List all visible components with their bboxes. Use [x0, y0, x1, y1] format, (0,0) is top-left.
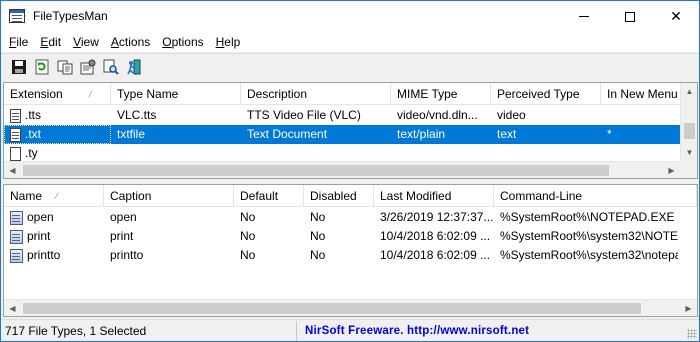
properties-icon — [80, 59, 96, 75]
menu-file[interactable]: File — [3, 32, 34, 52]
menu-view[interactable]: View — [67, 32, 105, 52]
action-icon — [10, 210, 23, 225]
column-header-name[interactable]: Name ⁄ — [4, 185, 104, 207]
menu-edit[interactable]: Edit — [34, 32, 67, 52]
table-row[interactable]: print print No No 10/4/2018 6:02:09 ... … — [4, 227, 678, 246]
column-header-last-modified[interactable]: Last Modified — [374, 185, 494, 207]
maximize-icon — [625, 11, 635, 22]
status-bar: 717 File Types, 1 Selected NirSoft Freew… — [1, 319, 699, 341]
refresh-icon — [35, 59, 49, 75]
menu-bar: File Edit View Actions Options Help — [1, 32, 699, 52]
text-file-icon — [10, 127, 21, 142]
column-header-mime-type[interactable]: MIME Type — [391, 83, 491, 105]
sort-arrow-icon: ⁄ — [56, 191, 58, 201]
actions-header: Name ⁄ Caption Default Disabled Last Modi… — [4, 185, 697, 207]
scroll-right-icon[interactable]: ▶ — [663, 162, 680, 178]
actions-rows: open open No No 3/26/2019 12:37:37... %S… — [4, 208, 678, 265]
maximize-button[interactable] — [607, 1, 653, 32]
file-types-header: Extension ⁄ Type Name Description MIME Ty… — [4, 83, 691, 105]
scroll-left-icon[interactable]: ◀ — [4, 162, 21, 178]
close-icon: ✕ — [670, 8, 682, 24]
scroll-up-icon[interactable]: ▲ — [681, 83, 697, 100]
find-button[interactable] — [101, 57, 121, 77]
find-icon — [103, 59, 119, 75]
action-icon — [10, 229, 23, 244]
scroll-thumb[interactable] — [684, 123, 695, 139]
horizontal-scrollbar[interactable]: ◀ ▶ — [4, 161, 680, 178]
refresh-button[interactable] — [32, 57, 52, 77]
file-icon — [10, 146, 21, 161]
file-types-list[interactable]: Extension ⁄ Type Name Description MIME Ty… — [3, 82, 698, 179]
properties-button[interactable] — [78, 57, 98, 77]
sort-arrow-icon: ⁄ — [90, 89, 92, 99]
scroll-corner — [680, 161, 697, 178]
column-header-perceived-type[interactable]: Perceived Type — [491, 83, 601, 105]
copy-button[interactable] — [55, 57, 75, 77]
vertical-scrollbar[interactable]: ▲ ▼ — [680, 83, 697, 161]
file-types-rows: .tts VLC.tts TTS Video File (VLC) video/… — [4, 106, 681, 163]
exit-icon — [127, 59, 141, 75]
file-icon — [10, 108, 21, 123]
exit-button[interactable] — [124, 57, 144, 77]
horizontal-scrollbar[interactable]: ◀ ▶ — [4, 299, 697, 316]
app-window: FileTypesMan ✕ File Edit View Actions Op… — [0, 0, 700, 342]
column-header-extension[interactable]: Extension ⁄ — [4, 83, 111, 105]
action-icon — [10, 248, 23, 263]
toolbar — [1, 53, 699, 80]
menu-help[interactable]: Help — [210, 32, 247, 52]
column-header-disabled[interactable]: Disabled — [304, 185, 374, 207]
minimize-icon — [579, 16, 589, 17]
column-header-command-line[interactable]: Command-Line — [494, 185, 697, 207]
nirsoft-link[interactable]: NirSoft Freeware. http://www.nirsoft.net — [297, 325, 529, 337]
actions-list[interactable]: Name ⁄ Caption Default Disabled Last Modi… — [3, 184, 698, 317]
column-header-caption[interactable]: Caption — [104, 185, 234, 207]
title-bar[interactable]: FileTypesMan ✕ — [1, 1, 699, 32]
scroll-thumb[interactable] — [23, 303, 641, 314]
table-row[interactable]: .tts VLC.tts TTS Video File (VLC) video/… — [4, 106, 681, 125]
table-row-selected[interactable]: .txt txtfile Text Document text/plain te… — [4, 125, 681, 144]
column-header-default[interactable]: Default — [234, 185, 304, 207]
scroll-right-icon[interactable]: ▶ — [680, 300, 697, 316]
close-button[interactable]: ✕ — [653, 1, 699, 32]
app-icon — [9, 9, 25, 23]
table-row[interactable]: open open No No 3/26/2019 12:37:37... %S… — [4, 208, 678, 227]
column-header-description[interactable]: Description — [241, 83, 391, 105]
column-header-in-new-menu[interactable]: In New Menu — [601, 83, 691, 105]
column-header-type-name[interactable]: Type Name — [111, 83, 241, 105]
scroll-left-icon[interactable]: ◀ — [4, 300, 21, 316]
resize-grip-icon[interactable] — [687, 329, 697, 339]
table-row[interactable]: printto printto No No 10/4/2018 6:02:09 … — [4, 246, 678, 265]
save-button[interactable] — [9, 57, 29, 77]
save-icon — [12, 60, 26, 74]
status-count: 717 File Types, 1 Selected — [1, 320, 297, 341]
menu-options[interactable]: Options — [156, 32, 209, 52]
scroll-thumb[interactable] — [23, 165, 609, 176]
minimize-button[interactable] — [561, 1, 607, 32]
menu-actions[interactable]: Actions — [105, 32, 156, 52]
copy-icon — [57, 60, 73, 75]
scroll-down-icon[interactable]: ▼ — [681, 144, 697, 161]
window-title: FileTypesMan — [33, 9, 108, 23]
